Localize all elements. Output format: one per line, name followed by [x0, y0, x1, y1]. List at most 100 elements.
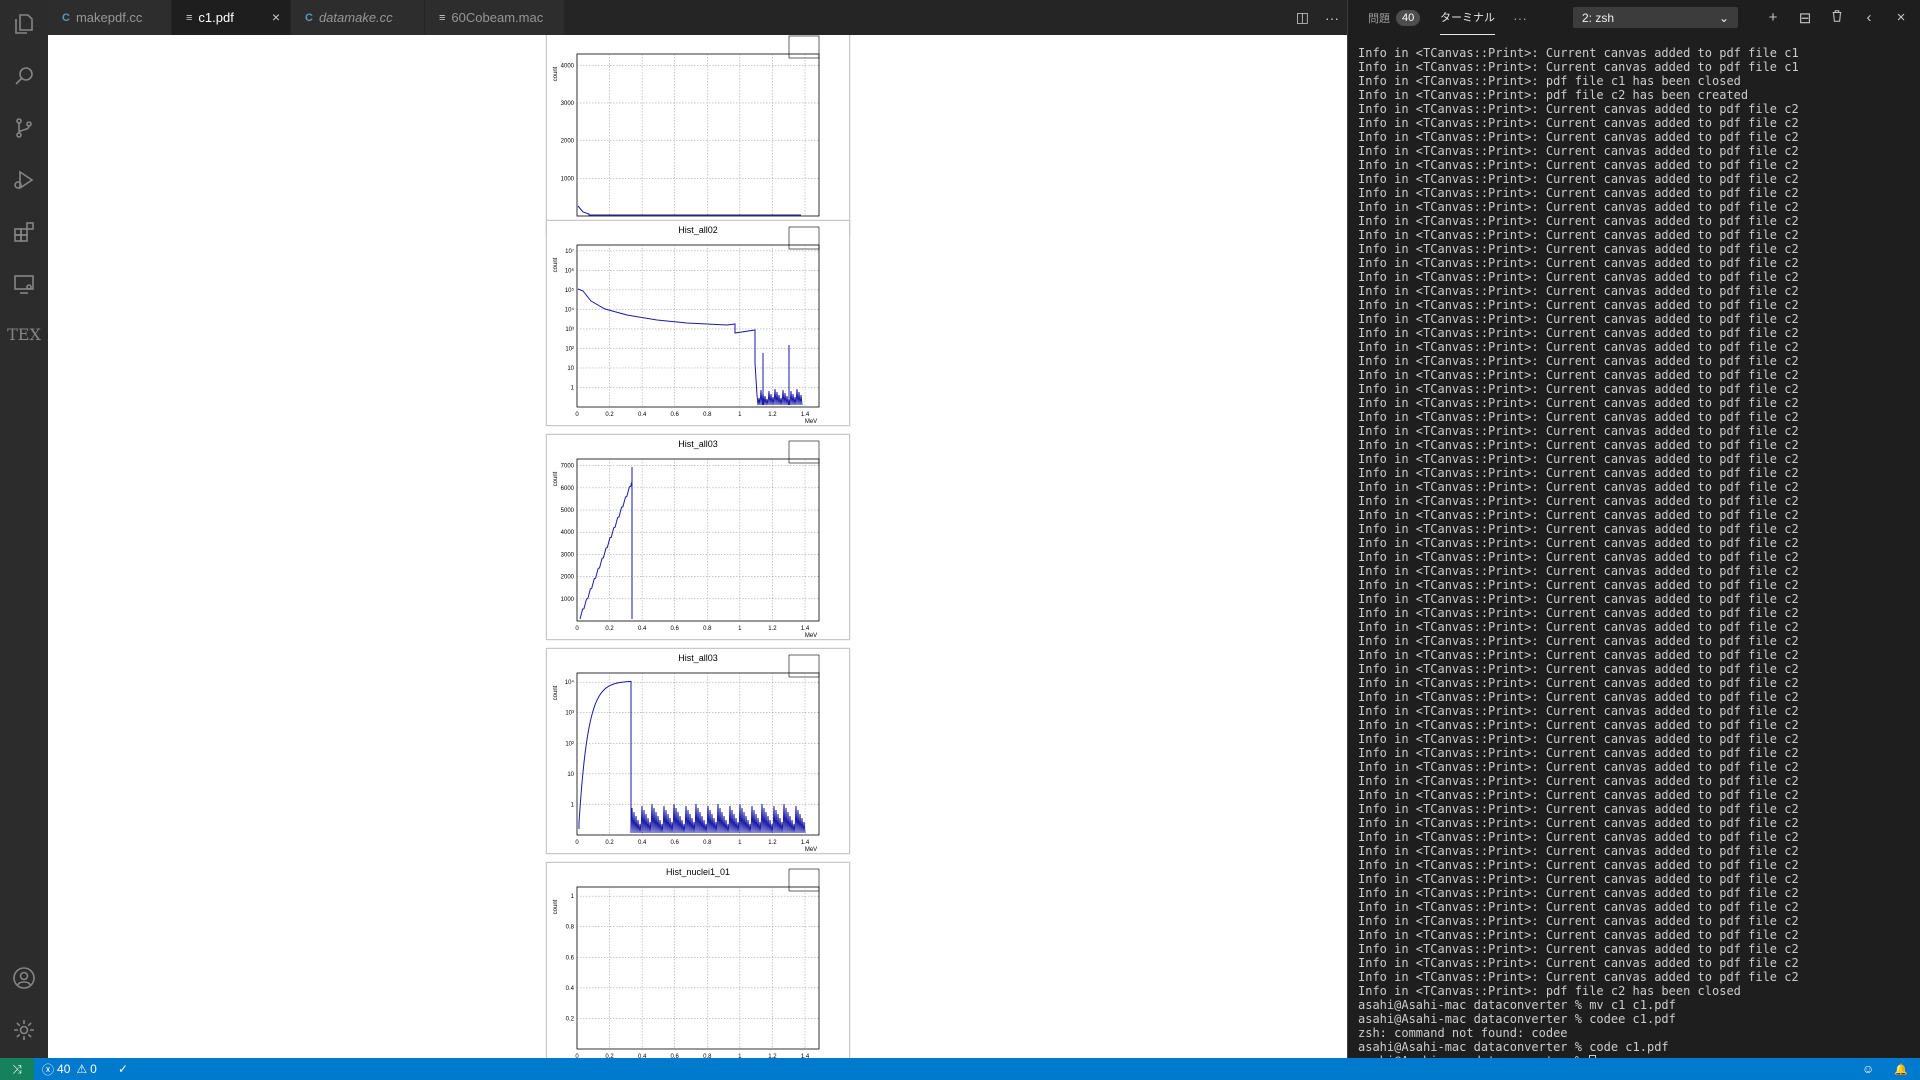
pdf-file-icon: ≡	[186, 11, 193, 24]
extensions-icon[interactable]	[0, 208, 48, 256]
terminal-line: Info in <TCanvas::Print>: Current canvas…	[1358, 424, 1799, 438]
pdf-page-2: Hist_all02 0 0.2 0.4 0.6 0.8 1 1.2 1.4 1 10 10² 10³ 1…	[546, 220, 850, 426]
terminal-output[interactable]: Info in <TCanvas::Print>: Current canvas…	[1358, 46, 1918, 1058]
x-tick-label: 0.8	[703, 840, 712, 846]
stats-box	[788, 654, 820, 678]
terminal-line: Info in <TCanvas::Print>: Current canvas…	[1358, 746, 1799, 760]
y-tick-label: 10²	[565, 741, 574, 747]
account-icon[interactable]	[0, 954, 48, 1002]
status-bar: ⤨ ⓧ 40 ⚠ 0 ✓ ☺ 🔔	[0, 1058, 1920, 1080]
terminal-select-value: 2: zsh	[1582, 10, 1615, 25]
x-tick-label: 0	[575, 412, 579, 418]
notifications-bell-icon[interactable]: 🔔	[1894, 1058, 1908, 1080]
histogram-line	[577, 288, 803, 406]
cpp-file-icon: C	[62, 11, 70, 24]
x-tick-label: 1.2	[768, 840, 777, 846]
tab-c1-pdf[interactable]: ≡ c1.pdf ×	[172, 0, 291, 35]
x-tick-label: 1	[738, 412, 742, 418]
editor-actions: ◫ ···	[1296, 0, 1339, 35]
x-tick-label: 1.4	[801, 412, 810, 418]
tab-label: makepdf.cc	[75, 10, 143, 25]
x-tick-label: 0	[575, 626, 579, 632]
new-terminal-icon[interactable]: +	[1757, 9, 1789, 26]
plot-frame	[576, 886, 820, 1050]
trash-icon	[1832, 9, 1842, 22]
terminal-line: Info in <TCanvas::Print>: Current canvas…	[1358, 648, 1799, 662]
terminal-line: Info in <TCanvas::Print>: Current canvas…	[1358, 480, 1799, 494]
terminal-line: Info in <TCanvas::Print>: Current canvas…	[1358, 452, 1799, 466]
y-tick-label: 3000	[561, 552, 575, 558]
terminal-line: Info in <TCanvas::Print>: Current canvas…	[1358, 690, 1799, 704]
cpp-file-icon: C	[305, 11, 313, 24]
x-tick-label: 0.6	[671, 412, 680, 418]
terminal-line: Info in <TCanvas::Print>: Current canvas…	[1358, 858, 1799, 872]
problems-status[interactable]: ⓧ 40 ⚠ 0	[42, 1058, 97, 1080]
terminal-line: Info in <TCanvas::Print>: Current canvas…	[1358, 410, 1799, 424]
x-tick-label: 0.4	[638, 412, 647, 418]
tab-problems[interactable]: 問題 40	[1368, 0, 1421, 35]
tab-terminal[interactable]: ターミナル	[1440, 0, 1495, 35]
error-icon: ⓧ	[42, 1062, 55, 1077]
y-tick-label: 5000	[561, 508, 575, 514]
remote-indicator[interactable]: ⤨	[0, 1058, 34, 1080]
y-tick-label: 1	[571, 802, 575, 808]
tab-datamake[interactable]: C datamake.cc	[291, 0, 425, 35]
x-tick-label: 0.4	[638, 840, 647, 846]
y-tick-label: 10⁶	[565, 267, 575, 274]
histogram-plot: Hist_nuclei1_010 0.2 0.4 0.6 0.8 1 1.2 1.40.20.…	[553, 867, 820, 1058]
plot-title: Hist_nuclei1_01	[666, 867, 730, 877]
terminal-line: Info in <TCanvas::Print>: Current canvas…	[1358, 284, 1799, 298]
search-icon[interactable]	[0, 52, 48, 100]
terminal-line: Info in <TCanvas::Print>: Current canvas…	[1358, 802, 1799, 816]
close-tab-icon[interactable]: ×	[272, 9, 280, 25]
terminal-select[interactable]: 2: zsh ⌄	[1573, 7, 1738, 28]
y-tick-label: 10⁷	[565, 248, 574, 255]
plot-title: Hist_all02	[678, 225, 718, 235]
explorer-icon[interactable]	[0, 0, 48, 48]
split-terminal-icon[interactable]: ⊟	[1789, 9, 1821, 27]
terminal-line: Info in <TCanvas::Print>: Current canvas…	[1358, 340, 1799, 354]
kill-terminal-icon[interactable]	[1821, 9, 1853, 27]
terminal-line: Info in <TCanvas::Print>: Current canvas…	[1358, 970, 1799, 984]
errors-count: 40	[57, 1062, 71, 1076]
settings-gear-icon[interactable]	[0, 1006, 48, 1054]
terminal-line: Info in <TCanvas::Print>: Current canvas…	[1358, 760, 1799, 774]
tex-icon[interactable]: TEX	[0, 310, 48, 358]
terminal-line: Info in <TCanvas::Print>: Current canvas…	[1358, 242, 1799, 256]
terminal-line: zsh: command not found: codee	[1358, 1026, 1568, 1040]
terminal-line: Info in <TCanvas::Print>: Current canvas…	[1358, 438, 1799, 452]
terminal-line: Info in <TCanvas::Print>: Current canvas…	[1358, 494, 1799, 508]
x-tick-label: 1.4	[801, 626, 810, 632]
run-debug-icon[interactable]	[0, 156, 48, 204]
terminal-line: Info in <TCanvas::Print>: Current canvas…	[1358, 172, 1799, 186]
y-tick-label: 2000	[561, 575, 575, 581]
y-axis-label: count	[553, 66, 559, 81]
split-editor-icon[interactable]: ◫	[1296, 9, 1309, 26]
pdf-viewer[interactable]: 00.20.40.60.811.21.41000200030004000MeVc…	[48, 35, 1347, 1058]
terminal-line: Info in <TCanvas::Print>: Current canvas…	[1358, 718, 1799, 732]
chevron-down-icon: ⌄	[1718, 10, 1729, 25]
y-tick-label: 0.8	[566, 925, 575, 931]
remote-explorer-icon[interactable]	[0, 260, 48, 308]
terminal-line: Info in <TCanvas::Print>: Current canvas…	[1358, 620, 1799, 634]
panel-more-icon[interactable]: ···	[1513, 0, 1527, 35]
panel-actions: + ⊟ ‹ ×	[1757, 0, 1917, 35]
y-tick-label: 3000	[561, 101, 575, 107]
y-tick-label: 10³	[565, 327, 574, 333]
y-axis-label: count	[553, 899, 559, 914]
source-control-icon[interactable]	[0, 104, 48, 152]
tab-60cobeam[interactable]: ≡ 60Cobeam.mac	[425, 0, 565, 35]
terminal-line: Info in <TCanvas::Print>: Current canvas…	[1358, 200, 1799, 214]
histogram-line	[578, 680, 806, 834]
chevron-left-icon[interactable]: ‹	[1853, 9, 1885, 26]
terminal-line: Info in <TCanvas::Print>: Current canvas…	[1358, 956, 1799, 970]
tab-label: 60Cobeam.mac	[451, 10, 544, 25]
close-panel-icon[interactable]: ×	[1885, 9, 1917, 26]
tab-makepdf[interactable]: C makepdf.cc	[48, 0, 172, 35]
feedback-icon[interactable]: ☺	[1862, 1058, 1874, 1080]
terminal-line: Info in <TCanvas::Print>: Current canvas…	[1358, 116, 1799, 130]
more-actions-icon[interactable]: ···	[1325, 10, 1339, 26]
terminal-line: Info in <TCanvas::Print>: Current canvas…	[1358, 270, 1799, 284]
terminal-line: Info in <TCanvas::Print>: Current canvas…	[1358, 396, 1799, 410]
check-icon[interactable]: ✓	[118, 1058, 128, 1080]
